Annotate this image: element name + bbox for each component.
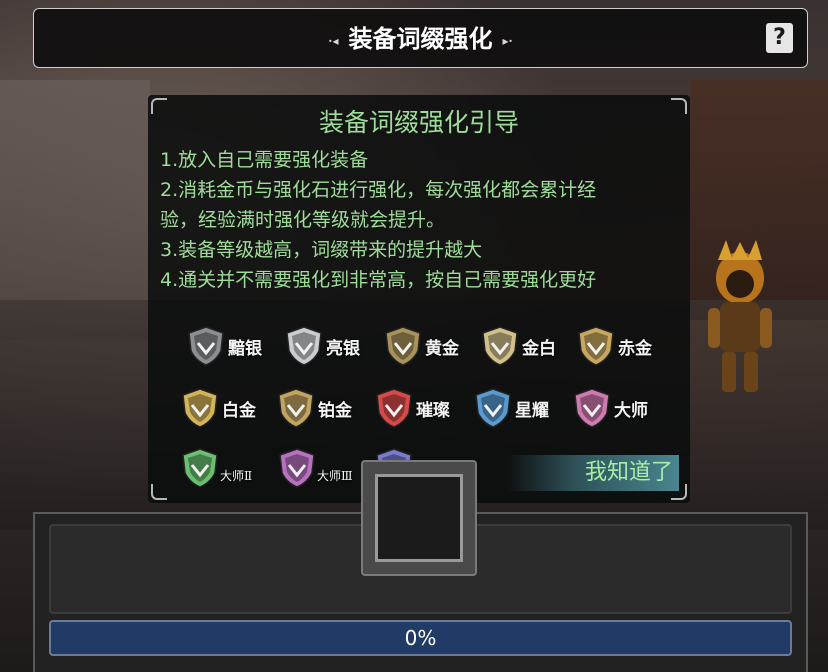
- rank-badge: 璀璨: [374, 388, 450, 428]
- guide-instructions: 1.放入自己需要强化装备 2.消耗金币与强化石进行强化，每次强化都会累计经 验，…: [160, 145, 680, 295]
- rank-badge: 大师: [572, 388, 648, 428]
- rank-label: 金白: [522, 338, 556, 359]
- corner-ornament: [151, 484, 167, 500]
- rank-label: 黄金: [425, 338, 459, 359]
- rank-label: 大师Ⅲ: [317, 468, 353, 483]
- rank-label: 璀璨: [416, 400, 450, 421]
- guide-line: 1.放入自己需要强化装备: [160, 149, 369, 171]
- shield-icon: [279, 448, 315, 488]
- shield-icon: [385, 326, 421, 366]
- rank-label: 赤金: [618, 338, 652, 359]
- shield-icon: [475, 388, 511, 428]
- equipment-slot[interactable]: [361, 460, 477, 576]
- rank-badge: 星耀: [473, 388, 549, 428]
- rank-badge: 白金: [180, 388, 256, 428]
- rank-badge: 金白: [480, 326, 556, 366]
- shield-icon: [574, 388, 610, 428]
- shield-icon: [482, 326, 518, 366]
- rank-label: 黯银: [228, 338, 262, 359]
- rank-label: 铂金: [318, 400, 352, 421]
- equipment-slot-frame: [375, 474, 463, 562]
- page-title: ·◂ 装备词缀强化 ▸·: [34, 9, 807, 69]
- rank-label: 星耀: [515, 400, 549, 421]
- player-character: [708, 240, 772, 392]
- guide-line: 4.通关并不需要强化到非常高，按自己需要强化更好: [160, 269, 597, 291]
- title-deco-left: ·◂: [328, 33, 339, 48]
- rank-badge: 大师Ⅱ: [180, 448, 252, 488]
- rank-badge: 大师Ⅲ: [277, 448, 353, 488]
- shield-icon: [278, 388, 314, 428]
- shield-icon: [188, 326, 224, 366]
- experience-progress-bar: 0%: [49, 620, 792, 656]
- help-icon[interactable]: ?: [766, 23, 793, 53]
- rank-label: 大师: [614, 400, 648, 421]
- guide-line: 验，经验满时强化等级就会提升。: [160, 209, 446, 231]
- title-bar: ·◂ 装备词缀强化 ▸· ?: [33, 8, 808, 68]
- guide-line: 2.消耗金币与强化石进行强化，每次强化都会累计经: [160, 179, 597, 201]
- shield-icon: [182, 448, 218, 488]
- rank-label: 白金: [222, 400, 256, 421]
- title-text: 装备词缀强化: [348, 24, 493, 53]
- guide-dialog: 装备词缀强化引导 1.放入自己需要强化装备 2.消耗金币与强化石进行强化，每次强…: [148, 95, 690, 503]
- confirm-button[interactable]: 我知道了: [506, 455, 679, 491]
- shield-icon: [286, 326, 322, 366]
- guide-line: 3.装备等级越高，词缀带来的提升越大: [160, 239, 483, 261]
- title-deco-right: ▸·: [502, 33, 513, 48]
- shield-icon: [578, 326, 614, 366]
- shield-icon: [376, 388, 412, 428]
- rank-badge: 亮银: [284, 326, 360, 366]
- rank-badge: 赤金: [576, 326, 652, 366]
- progress-text: 0%: [404, 626, 437, 650]
- guide-title: 装备词缀强化引导: [318, 108, 519, 137]
- rank-badge: 黄金: [383, 326, 459, 366]
- rank-badge: 铂金: [276, 388, 352, 428]
- shield-icon: [182, 388, 218, 428]
- rank-label: 大师Ⅱ: [220, 468, 253, 483]
- rank-label: 亮银: [326, 338, 360, 359]
- rank-badge: 黯银: [186, 326, 262, 366]
